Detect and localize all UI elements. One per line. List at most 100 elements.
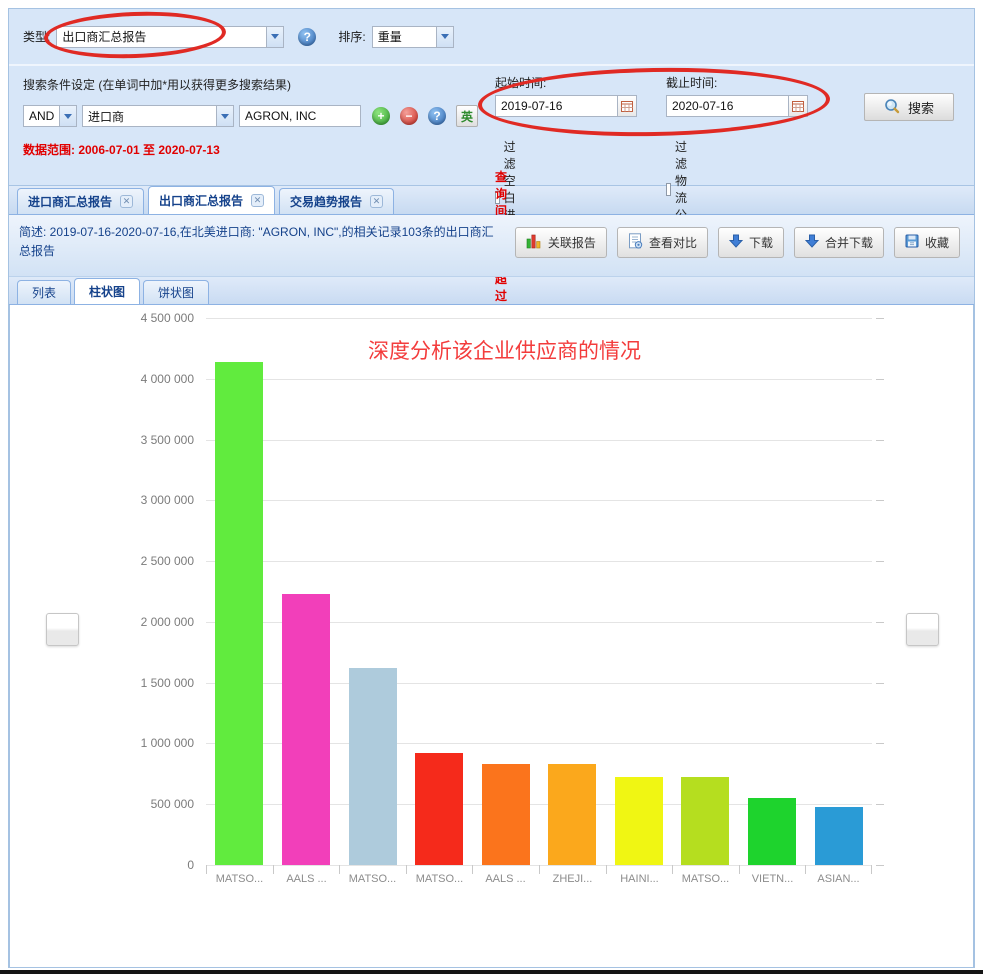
- start-date-label: 起始时间:: [495, 74, 637, 91]
- help-icon[interactable]: ?: [428, 107, 446, 125]
- end-date-input[interactable]: [666, 95, 788, 117]
- chevron-down-icon[interactable]: [436, 27, 453, 47]
- compare-document-icon: [628, 233, 643, 252]
- y-axis-label: 3 000 000: [84, 493, 194, 507]
- tab-importer-summary[interactable]: 进口商汇总报告 ✕: [17, 188, 144, 214]
- chart-panel: 深度分析该企业供应商的情况 4 500 0004 000 0003 500 00…: [9, 305, 974, 967]
- chart-bar[interactable]: [815, 807, 863, 865]
- report-type-value: 出口商汇总报告: [62, 28, 146, 45]
- start-date-input[interactable]: [495, 95, 617, 117]
- language-toggle-button[interactable]: 英: [456, 105, 478, 127]
- y-axis-label: 500 000: [84, 797, 194, 811]
- y-axis-tick: [876, 379, 884, 380]
- chevron-down-icon[interactable]: [266, 27, 283, 47]
- y-axis-label: 2 500 000: [84, 554, 194, 568]
- gridline: [206, 500, 872, 501]
- window-bottom-edge: [0, 970, 983, 974]
- tab-label: 出口商汇总报告: [159, 192, 243, 209]
- x-axis-label: MATSO...: [206, 873, 273, 885]
- action-label: 合并下载: [825, 234, 873, 251]
- bool-operator-select[interactable]: AND: [23, 105, 77, 127]
- search-settings-title: 搜索条件设定 (在单词中加*用以获得更多搜索结果): [23, 76, 478, 93]
- chart-bar[interactable]: [615, 777, 663, 865]
- x-axis-tick: [339, 865, 340, 874]
- y-axis-label: 1 500 000: [84, 676, 194, 690]
- sort-value: 重量: [378, 28, 402, 45]
- data-range-text: 数据范围: 2006-07-01 至 2020-07-13: [23, 141, 478, 158]
- x-axis-tick: [672, 865, 673, 874]
- search-button[interactable]: 搜索: [864, 93, 954, 121]
- x-axis-label: ASIAN...: [805, 873, 872, 885]
- action-label: 收藏: [925, 234, 949, 251]
- bool-operator-value: AND: [29, 109, 54, 123]
- chart-prev-button[interactable]: [46, 613, 79, 646]
- view-compare-button[interactable]: 查看对比: [617, 227, 708, 258]
- action-label: 查看对比: [649, 234, 697, 251]
- search-field-value: 进口商: [88, 108, 124, 125]
- y-axis-tick: [876, 561, 884, 562]
- x-axis-label: AALS ...: [273, 873, 340, 885]
- filter-logistics-checkbox[interactable]: [666, 183, 671, 196]
- action-label: 关联报告: [548, 234, 596, 251]
- view-tab-bar-chart[interactable]: 柱状图: [74, 278, 140, 304]
- remove-condition-icon[interactable]: −: [400, 107, 418, 125]
- bar-chart-icon: [526, 233, 542, 252]
- chart-next-button[interactable]: [906, 613, 939, 646]
- x-axis-label: VIETN...: [739, 873, 806, 885]
- chart-bar[interactable]: [681, 777, 729, 865]
- x-axis-label: MATSO...: [406, 873, 473, 885]
- add-condition-icon[interactable]: +: [372, 107, 390, 125]
- sort-label: 排序:: [338, 28, 365, 45]
- download-button[interactable]: 下载: [718, 227, 784, 258]
- tab-exporter-summary[interactable]: 出口商汇总报告 ✕: [148, 186, 275, 214]
- chart-bar[interactable]: [548, 764, 596, 865]
- x-axis-tick: [539, 865, 540, 874]
- chart-bar[interactable]: [349, 668, 397, 865]
- tab-label: 进口商汇总报告: [28, 193, 112, 210]
- x-axis-tick: [805, 865, 806, 874]
- report-type-select[interactable]: 出口商汇总报告: [56, 26, 284, 48]
- save-floppy-icon: [905, 234, 919, 251]
- gridline: [206, 318, 872, 319]
- search-query-input[interactable]: [239, 105, 361, 127]
- chart-bar[interactable]: [482, 764, 530, 865]
- chart-bar[interactable]: [415, 753, 463, 865]
- y-axis-tick: [876, 683, 884, 684]
- search-button-label: 搜索: [908, 98, 934, 117]
- close-icon[interactable]: ✕: [251, 194, 264, 207]
- y-axis-tick: [876, 440, 884, 441]
- chevron-down-icon[interactable]: [59, 106, 76, 126]
- merge-download-button[interactable]: 合并下载: [794, 227, 884, 258]
- tab-trade-trend[interactable]: 交易趋势报告 ✕: [279, 188, 394, 214]
- y-axis-label: 4 000 000: [84, 372, 194, 386]
- search-panel: 搜索条件设定 (在单词中加*用以获得更多搜索结果) AND 进口商 + − ? …: [9, 66, 974, 185]
- chart-bar[interactable]: [748, 798, 796, 865]
- help-icon[interactable]: ?: [298, 28, 316, 46]
- favorite-button[interactable]: 收藏: [894, 227, 960, 258]
- view-tab-pie-chart[interactable]: 饼状图: [143, 280, 209, 304]
- start-date-group: 起始时间:: [495, 74, 637, 117]
- top-toolbar: 类型: 出口商汇总报告 ? 排序: 重量: [9, 9, 974, 66]
- y-axis-tick: [876, 865, 884, 866]
- x-axis-label: MATSO...: [339, 873, 406, 885]
- chart-bar[interactable]: [215, 362, 263, 865]
- close-icon[interactable]: ✕: [370, 195, 383, 208]
- related-report-button[interactable]: 关联报告: [515, 227, 607, 258]
- chart-bar[interactable]: [282, 594, 330, 865]
- y-axis-tick: [876, 500, 884, 501]
- download-arrow-icon: [805, 234, 819, 251]
- y-axis-label: 4 500 000: [84, 311, 194, 325]
- x-axis-label: AALS ...: [472, 873, 539, 885]
- report-tabstrip: 进口商汇总报告 ✕ 出口商汇总报告 ✕ 交易趋势报告 ✕: [9, 185, 974, 215]
- end-date-label: 截止时间:: [666, 74, 808, 91]
- calendar-icon[interactable]: [617, 95, 637, 117]
- y-axis-label: 1 000 000: [84, 736, 194, 750]
- calendar-icon[interactable]: [788, 95, 808, 117]
- x-axis-tick: [206, 865, 207, 874]
- close-icon[interactable]: ✕: [120, 195, 133, 208]
- chevron-down-icon[interactable]: [216, 106, 233, 126]
- sort-select[interactable]: 重量: [372, 26, 454, 48]
- view-tab-list[interactable]: 列表: [17, 280, 71, 304]
- view-tabstrip: 列表 柱状图 饼状图: [9, 277, 974, 305]
- search-field-select[interactable]: 进口商: [82, 105, 234, 127]
